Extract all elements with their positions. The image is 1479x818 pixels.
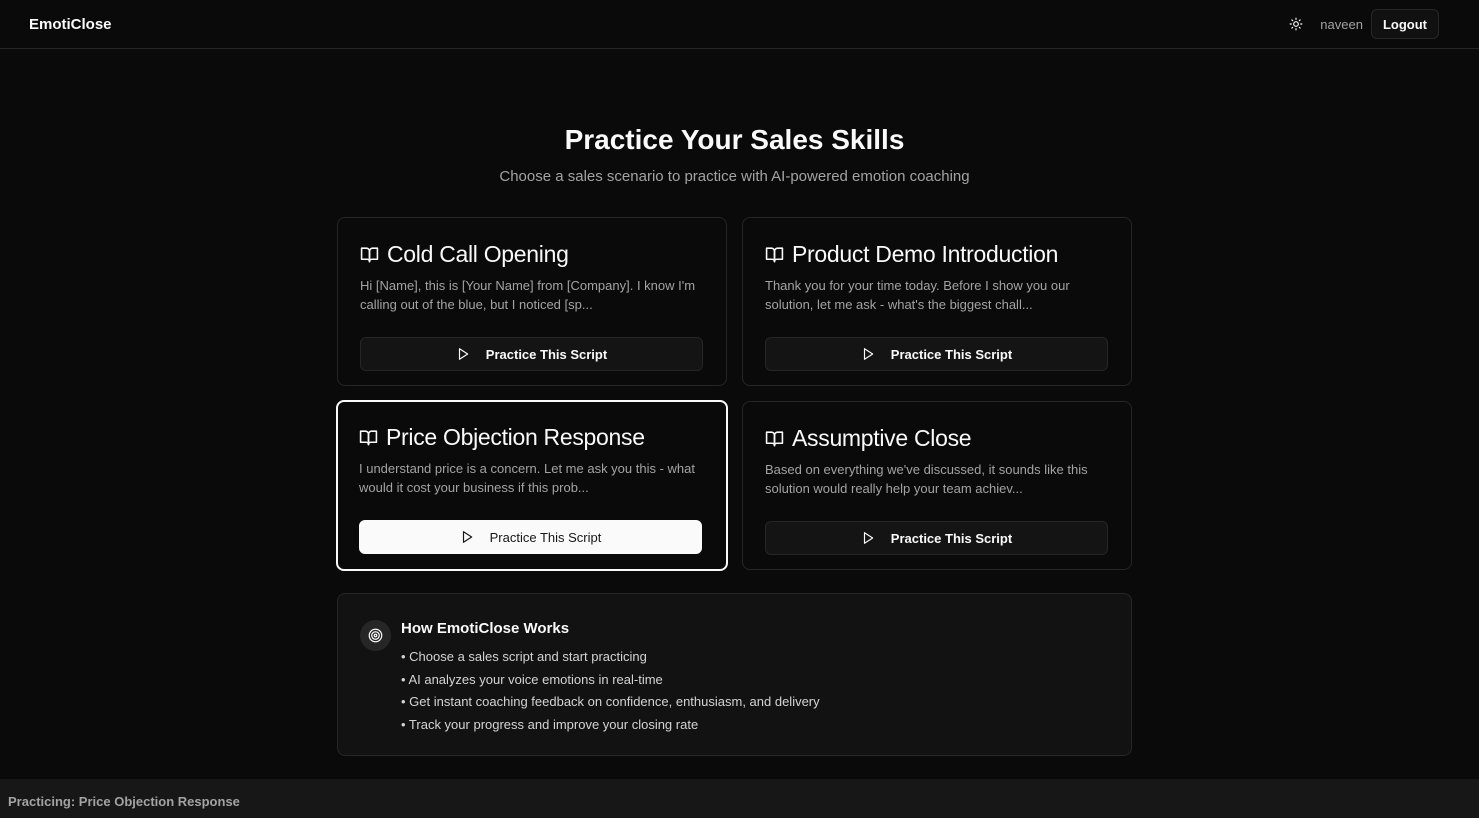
script-card-price-objection[interactable]: Price Objection Response I understand pr…	[336, 400, 728, 571]
book-open-icon	[765, 429, 784, 448]
card-header: Assumptive Close	[765, 424, 1109, 452]
book-open-icon	[360, 245, 379, 264]
practice-button-label: Practice This Script	[489, 529, 602, 545]
card-description: Hi [Name], this is [Your Name] from [Com…	[360, 278, 696, 312]
username-label: naveen	[1320, 16, 1363, 32]
play-icon	[861, 347, 875, 361]
page-title: Practice Your Sales Skills	[564, 124, 905, 155]
brand-logo[interactable]: EmotiClose	[29, 16, 112, 33]
list-item: • Get instant coaching feedback on confi…	[401, 694, 820, 710]
header-actions: naveen Logout	[1286, 9, 1439, 39]
page-subtitle: Choose a sales scenario to practice with…	[499, 168, 970, 185]
practice-script-button[interactable]: Practice This Script	[359, 520, 702, 554]
practice-script-button[interactable]: Practice This Script	[765, 521, 1108, 555]
target-icon	[368, 628, 383, 643]
script-card-assumptive-close[interactable]: Assumptive Close Based on everything we'…	[742, 401, 1132, 570]
how-it-works-list: • Choose a sales script and start practi…	[401, 646, 820, 737]
how-it-works-title: How EmotiClose Works	[401, 620, 570, 637]
card-header: Price Objection Response	[359, 423, 705, 451]
play-icon	[861, 531, 875, 545]
list-item: • Track your progress and improve your c…	[401, 717, 699, 733]
practice-button-label: Practice This Script	[485, 346, 608, 362]
card-description: Based on everything we've discussed, it …	[765, 462, 1088, 496]
practice-script-button[interactable]: Practice This Script	[765, 337, 1108, 371]
logout-button[interactable]: Logout	[1370, 9, 1439, 39]
status-bar: Practicing: Price Objection Response	[0, 779, 1479, 818]
target-icon-badge	[360, 620, 391, 651]
script-card-cold-call[interactable]: Cold Call Opening Hi [Name], this is [Yo…	[337, 217, 727, 386]
top-navbar: EmotiClose naveen Logout	[0, 0, 1479, 49]
how-it-works-panel: How EmotiClose Works • Choose a sales sc…	[337, 593, 1132, 756]
card-title: Assumptive Close	[792, 424, 972, 451]
theme-toggle-button[interactable]	[1286, 14, 1306, 34]
card-title: Price Objection Response	[386, 423, 645, 450]
practice-script-button[interactable]: Practice This Script	[360, 337, 703, 371]
list-item: • Choose a sales script and start practi…	[401, 649, 647, 664]
card-description: Thank you for your time today. Before I …	[765, 278, 1070, 312]
card-header: Product Demo Introduction	[765, 240, 1109, 268]
book-open-icon	[765, 245, 784, 264]
practice-button-label: Practice This Script	[890, 530, 1013, 546]
list-item: • AI analyzes your voice emotions in rea…	[401, 671, 663, 687]
practice-button-label: Practice This Script	[890, 346, 1013, 362]
sun-icon	[1289, 17, 1303, 31]
play-icon	[456, 347, 470, 361]
card-header: Cold Call Opening	[360, 240, 704, 268]
status-text: Practicing: Price Objection Response	[8, 794, 240, 809]
card-description: I understand price is a concern. Let me …	[359, 461, 696, 495]
card-title: Cold Call Opening	[387, 240, 569, 267]
how-it-works-content: How EmotiClose Works • Choose a sales sc…	[401, 620, 820, 755]
card-title: Product Demo Introduction	[792, 240, 1059, 267]
book-open-icon	[359, 428, 378, 447]
play-icon	[460, 530, 474, 544]
script-card-product-demo[interactable]: Product Demo Introduction Thank you for …	[742, 217, 1132, 386]
